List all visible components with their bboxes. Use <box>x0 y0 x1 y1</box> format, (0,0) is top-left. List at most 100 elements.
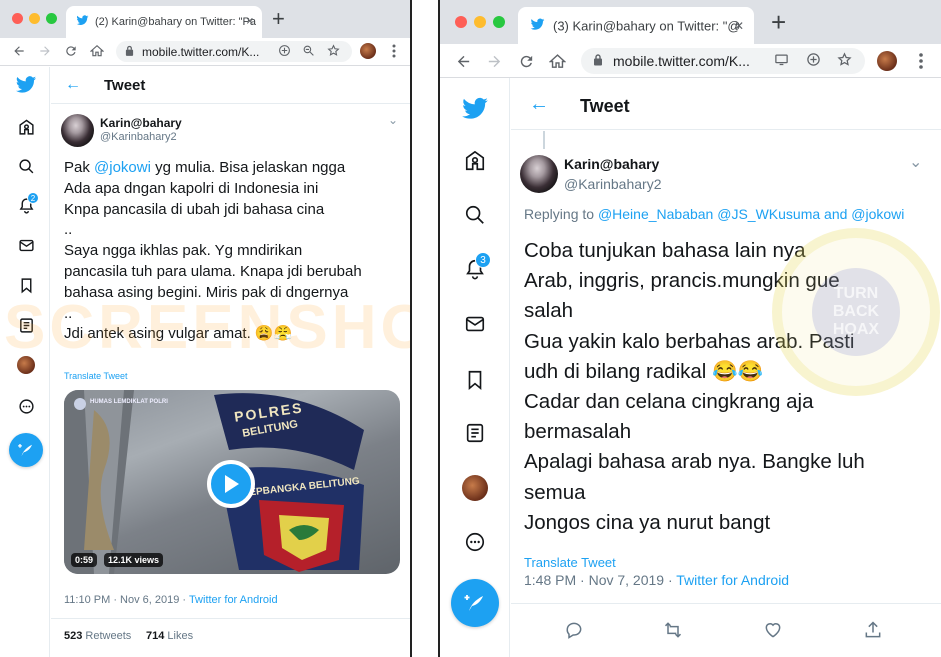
likes-label: Likes <box>164 630 194 642</box>
more-circle-icon[interactable] <box>462 529 488 555</box>
notification-badge: 3 <box>475 252 491 268</box>
zoom-window-button[interactable] <box>46 13 57 24</box>
home-icon[interactable] <box>16 117 36 137</box>
browser-tab[interactable]: (3) Karin@bahary on Twitter: "@ ✕ <box>518 7 754 44</box>
tweet-text-part: Pak <box>64 159 95 176</box>
retweets-stat[interactable]: 523 Retweets <box>64 630 131 642</box>
chevron-down-icon[interactable]: ⌄ <box>388 113 398 127</box>
retweets-label: Retweets <box>82 630 132 642</box>
new-tab-button[interactable]: + <box>771 7 786 38</box>
translate-tweet-link[interactable]: Translate Tweet <box>524 555 616 570</box>
browser-tab[interactable]: (2) Karin@bahary on Twitter: "Pa ✕ <box>66 6 262 38</box>
zoom-window-button[interactable] <box>493 16 505 28</box>
add-icon[interactable] <box>278 44 291 60</box>
home-icon[interactable] <box>546 50 568 72</box>
video-caption: HUMAS LEMDIKLAT POLRI <box>90 399 168 405</box>
replying-label: Replying to <box>524 206 598 222</box>
seal-text: TURN BACK HOAX <box>812 268 900 356</box>
tab-title: (3) Karin@bahary on Twitter: "@ <box>553 18 741 33</box>
close-window-button[interactable] <box>12 13 23 24</box>
profile-avatar[interactable] <box>462 475 488 501</box>
forward-icon[interactable] <box>36 42 54 60</box>
profile-avatar[interactable] <box>17 356 35 374</box>
chevron-down-icon[interactable]: ⌄ <box>909 152 922 172</box>
likes-count: 714 <box>146 630 165 642</box>
timestamp-text: 11:10 PM · Nov 6, 2019 · <box>64 594 189 606</box>
explore-search-icon[interactable] <box>16 156 36 176</box>
author-handle[interactable]: @Karinbahary2 <box>100 131 177 143</box>
new-tab-button[interactable]: + <box>272 6 285 32</box>
twitter-favicon-icon <box>530 17 545 35</box>
lists-icon[interactable] <box>16 315 36 335</box>
explore-search-icon[interactable] <box>462 202 488 228</box>
author-name[interactable]: Karin@bahary <box>100 116 182 130</box>
address-bar[interactable]: mobile.twitter.com/K... <box>116 41 352 62</box>
tab-bar: (3) Karin@bahary on Twitter: "@ ✕ + <box>440 0 941 44</box>
replying-to-links[interactable]: @Heine_Nababan @JS_WKusuma and @jokowi <box>598 206 904 222</box>
page-header: ← Tweet <box>511 78 941 130</box>
add-icon[interactable] <box>806 52 821 70</box>
twitter-logo-icon[interactable] <box>14 73 38 97</box>
window-gap <box>412 0 438 657</box>
like-heart-icon[interactable] <box>762 619 784 641</box>
author-name[interactable]: Karin@bahary <box>564 156 659 172</box>
twitter-favicon-icon <box>76 14 89 30</box>
forward-icon[interactable] <box>483 50 505 72</box>
notification-badge: 2 <box>27 192 39 204</box>
menu-dots-icon[interactable] <box>914 50 928 72</box>
right-browser-window: (3) Karin@bahary on Twitter: "@ ✕ + mobi… <box>438 0 941 657</box>
bookmark-star-icon[interactable] <box>327 43 340 60</box>
divider <box>511 603 941 604</box>
messages-mail-icon[interactable] <box>462 311 488 337</box>
source-link[interactable]: Twitter for Android <box>676 572 789 588</box>
play-button-icon[interactable] <box>207 460 255 508</box>
close-window-button[interactable] <box>455 16 467 28</box>
back-icon[interactable] <box>10 42 28 60</box>
page-header: ← Tweet <box>51 67 410 104</box>
minimize-window-button[interactable] <box>474 16 486 28</box>
author-avatar[interactable] <box>61 114 94 147</box>
translate-tweet-link[interactable]: Translate Tweet <box>64 371 128 381</box>
lock-icon <box>125 45 134 59</box>
back-arrow-icon[interactable]: ← <box>65 76 81 94</box>
menu-dots-icon[interactable] <box>388 42 400 60</box>
reply-icon[interactable] <box>563 619 585 641</box>
twitter-logo-icon[interactable] <box>460 94 490 124</box>
tab-close-icon[interactable]: ✕ <box>734 19 744 33</box>
more-circle-icon[interactable] <box>16 396 36 416</box>
compose-tweet-button[interactable] <box>9 433 43 467</box>
compose-tweet-button[interactable] <box>451 579 499 627</box>
messages-mail-icon[interactable] <box>16 235 36 255</box>
bookmarks-icon[interactable] <box>462 367 488 393</box>
author-avatar[interactable] <box>520 155 558 193</box>
lists-icon[interactable] <box>462 420 488 446</box>
zoom-icon[interactable] <box>302 44 315 60</box>
profile-avatar[interactable] <box>360 43 376 59</box>
timestamp-text: 1:48 PM · Nov 7, 2019 · <box>524 572 677 588</box>
twitter-sidebar: 2 <box>0 67 50 657</box>
tweet-timestamp: 1:48 PM · Nov 7, 2019 · Twitter for Andr… <box>524 572 789 588</box>
minimize-window-button[interactable] <box>29 13 40 24</box>
cast-icon[interactable] <box>774 52 789 70</box>
page-title: Tweet <box>104 77 146 94</box>
reload-icon[interactable] <box>515 50 537 72</box>
share-icon[interactable] <box>862 619 884 641</box>
bookmark-star-icon[interactable] <box>837 52 852 70</box>
bookmarks-icon[interactable] <box>16 275 36 295</box>
author-handle[interactable]: @Karinbahary2 <box>564 176 662 192</box>
back-icon[interactable] <box>452 50 474 72</box>
home-icon[interactable] <box>462 148 488 174</box>
reload-icon[interactable] <box>62 42 80 60</box>
tab-bar: (2) Karin@bahary on Twitter: "Pa ✕ + <box>0 0 410 38</box>
video-duration: 0:59 <box>71 553 98 567</box>
tab-close-icon[interactable]: ✕ <box>246 17 254 28</box>
retweet-icon[interactable] <box>662 619 684 641</box>
back-arrow-icon[interactable]: ← <box>529 93 549 116</box>
source-link[interactable]: Twitter for Android <box>189 594 278 606</box>
mention-link[interactable]: @jokowi <box>94 159 151 176</box>
address-bar[interactable]: mobile.twitter.com/K... <box>581 48 865 74</box>
video-player[interactable]: HUMAS LEMDIKLAT POLRI POLRES BELITUNG KE… <box>64 390 400 574</box>
likes-stat[interactable]: 714 Likes <box>146 630 193 642</box>
profile-avatar[interactable] <box>877 51 897 71</box>
home-icon[interactable] <box>88 42 106 60</box>
